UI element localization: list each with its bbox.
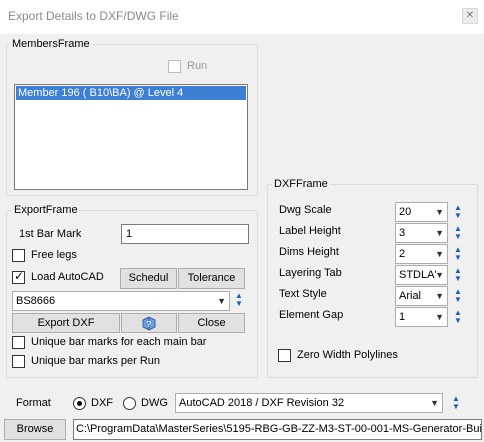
autocad-version-value: AutoCAD 2018 / DXF Revision 32	[179, 397, 345, 409]
close-window-button[interactable]: ✕	[462, 8, 478, 24]
label-height-value: 3	[399, 227, 406, 239]
chevron-down-icon: ▼	[435, 228, 444, 238]
free-legs-label: Free legs	[31, 249, 77, 261]
free-legs-checkbox-box[interactable]	[12, 249, 25, 262]
window-title: Export Details to DXF/DWG File	[8, 9, 179, 23]
text-style-label: Text Style	[279, 288, 327, 300]
layering-tab-value: STDLA'	[399, 269, 437, 281]
unique-main-checkbox-box[interactable]	[12, 336, 25, 349]
title-bar: Export Details to DXF/DWG File ✕	[0, 0, 484, 34]
element-gap-label: Element Gap	[279, 309, 344, 321]
layering-tab-select[interactable]: STDLA' ▼	[395, 265, 448, 285]
members-frame-label: MembersFrame	[10, 38, 92, 50]
chevron-down-icon: ▼	[435, 270, 444, 280]
dwg-radio-label: DWG	[141, 397, 168, 409]
label-height-label: Label Height	[279, 225, 341, 237]
dwg-scale-spin[interactable]: ▲ ▼	[453, 204, 463, 220]
close-button[interactable]: Close	[178, 313, 245, 333]
autocad-version-spin[interactable]: ▲ ▼	[451, 395, 461, 411]
run-checkbox-box[interactable]	[168, 60, 181, 73]
element-gap-spin[interactable]: ▲ ▼	[453, 309, 463, 325]
format-label: Format	[16, 397, 51, 409]
dims-height-label: Dims Height	[279, 246, 339, 258]
label-height-spin[interactable]: ▲ ▼	[453, 225, 463, 241]
svg-text:?: ?	[147, 320, 152, 329]
unique-main-label: Unique bar marks for each main bar	[31, 336, 207, 348]
element-gap-select[interactable]: 1 ▼	[395, 307, 448, 327]
dwg-scale-select[interactable]: 20 ▼	[395, 202, 448, 222]
first-bar-mark-input[interactable]: 1	[121, 224, 249, 244]
unique-run-label: Unique bar marks per Run	[31, 355, 161, 367]
text-style-select[interactable]: Arial ▼	[395, 286, 448, 306]
chevron-down-icon: ▼	[435, 312, 444, 322]
first-bar-mark-label: 1st Bar Mark	[19, 228, 82, 240]
chevron-down-icon: ▼	[435, 207, 444, 217]
layering-tab-spin[interactable]: ▲ ▼	[453, 267, 463, 283]
standard-select[interactable]: BS8666 ▼	[12, 291, 230, 311]
text-style-value: Arial	[399, 290, 422, 302]
chevron-down-icon: ▼	[435, 291, 444, 301]
zero-width-checkbox-box[interactable]	[278, 349, 291, 362]
chevron-down-icon: ▼	[430, 398, 439, 408]
dwg-scale-value: 20	[399, 206, 412, 218]
chevron-down-icon: ▼	[217, 296, 226, 306]
autocad-version-select[interactable]: AutoCAD 2018 / DXF Revision 32 ▼	[175, 393, 443, 413]
run-label: Run	[187, 60, 208, 72]
help-book-icon: ?	[142, 316, 156, 331]
chevron-down-icon: ▼	[435, 249, 444, 259]
export-frame-label: ExportFrame	[12, 204, 80, 216]
element-gap-value: 1	[399, 311, 406, 323]
label-height-select[interactable]: 3 ▼	[395, 223, 448, 243]
help-button[interactable]: ?	[121, 313, 177, 333]
dxf-frame-label: DXFFrame	[272, 178, 330, 190]
standard-spin[interactable]: ▲ ▼	[234, 292, 244, 308]
dims-height-value: 2	[399, 248, 406, 260]
browse-button[interactable]: Browse	[4, 419, 66, 440]
load-autocad-checkbox-box[interactable]	[12, 269, 25, 284]
layering-tab-label: Layering Tab	[279, 267, 342, 279]
close-icon: ✕	[465, 10, 475, 21]
members-list[interactable]: Member 196 ( B10\BA) @ Level 4	[14, 84, 248, 190]
tolerance-button[interactable]: Tolerance	[178, 268, 245, 289]
dxf-radio[interactable]	[73, 397, 86, 410]
schedul-button[interactable]: Schedul	[120, 268, 177, 289]
zero-width-label: Zero Width Polylines	[297, 349, 398, 361]
export-dxf-button[interactable]: Export DXF	[12, 313, 120, 333]
load-autocad-label: Load AutoCAD	[31, 271, 104, 283]
text-style-spin[interactable]: ▲ ▼	[453, 288, 463, 304]
standard-select-value: BS8666	[16, 295, 56, 307]
output-path-field[interactable]: C:\ProgramData\MasterSeries\5195-RBG-GB-…	[73, 419, 482, 440]
dxf-radio-label: DXF	[91, 397, 113, 409]
dims-height-select[interactable]: 2 ▼	[395, 244, 448, 264]
unique-run-checkbox-box[interactable]	[12, 355, 25, 368]
dims-height-spin[interactable]: ▲ ▼	[453, 246, 463, 262]
dwg-radio[interactable]	[123, 397, 136, 410]
dwg-scale-label: Dwg Scale	[279, 204, 332, 216]
list-item[interactable]: Member 196 ( B10\BA) @ Level 4	[16, 86, 246, 100]
